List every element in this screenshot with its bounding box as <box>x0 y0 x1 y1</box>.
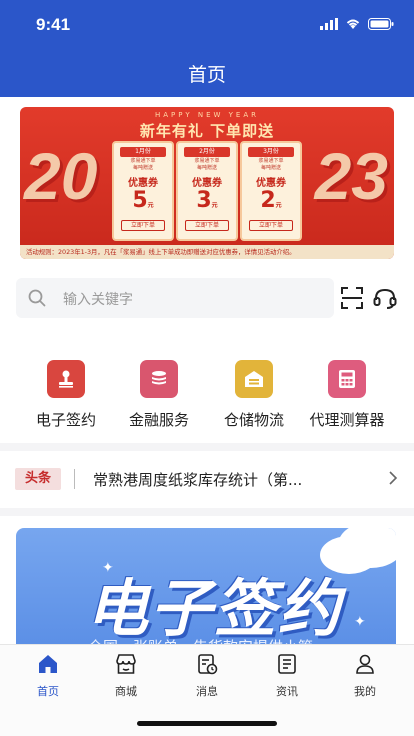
headline-text[interactable]: 常熟港周度纸浆库存统计（第... <box>93 469 353 490</box>
home-indicator[interactable] <box>137 721 277 726</box>
coupon-month: 1月份 <box>120 147 166 157</box>
coins-icon <box>140 360 178 398</box>
order-now-button[interactable]: 立即下单 <box>185 220 229 231</box>
banner-year-right: 23 <box>314 139 388 213</box>
sparkle-icon: ✦ <box>354 614 366 630</box>
action-label: 电子签约 <box>35 411 96 429</box>
calculator-icon <box>328 360 366 398</box>
order-now-button[interactable]: 立即下单 <box>121 220 165 231</box>
headline-tag: 头条 <box>15 468 61 490</box>
quick-actions: 电子签约 金融服务 仓储物流 代理测算器 <box>0 360 414 435</box>
banner-year-left: 20 <box>24 139 98 213</box>
action-calculator[interactable]: 代理测算器 <box>297 360 397 430</box>
tab-news[interactable]: 资讯 <box>257 653 317 699</box>
coupon-desc: 浆易通下单 <box>130 158 156 164</box>
tab-label: 首页 <box>37 685 59 698</box>
banner-subtitle: HAPPY NEW YEAR <box>155 111 259 119</box>
shop-icon <box>116 654 136 674</box>
signal-icon <box>320 18 338 30</box>
news-icon <box>278 654 296 674</box>
tab-label: 资讯 <box>276 685 298 698</box>
action-e-sign[interactable]: 电子签约 <box>16 360 116 430</box>
coupon-type: 优惠券 <box>128 178 158 189</box>
home-icon <box>39 655 57 673</box>
action-label: 金融服务 <box>128 411 189 429</box>
action-finance[interactable]: 金融服务 <box>109 360 209 430</box>
action-label: 仓储物流 <box>223 411 284 429</box>
coupon-desc: 浆易通下单 <box>258 158 284 164</box>
tab-label: 消息 <box>196 685 218 698</box>
coupon-amount: 3元 <box>196 188 218 213</box>
tab-messages[interactable]: 消息 <box>177 653 237 699</box>
coupon-desc: 浆易通下单 <box>194 158 220 164</box>
section-divider <box>0 443 414 451</box>
battery-icon <box>368 18 394 30</box>
coupon-card[interactable]: 2月份 浆易通下单 每吨赠送 优惠券 3元 立即下单 <box>176 141 238 241</box>
tab-label: 商城 <box>115 685 137 698</box>
customer-service-icon[interactable] <box>373 287 397 309</box>
warehouse-icon <box>235 360 273 398</box>
message-icon <box>198 654 218 675</box>
action-warehouse[interactable]: 仓储物流 <box>204 360 304 430</box>
promo-banner[interactable]: HAPPY NEW YEAR 新年有礼 下单即送 20 23 1月份 浆易通下单… <box>20 107 394 259</box>
action-label: 代理测算器 <box>309 411 385 429</box>
coupon-amount: 2元 <box>260 188 282 213</box>
promo-title: 电子签约 <box>86 572 343 645</box>
status-icons <box>320 18 394 30</box>
coupon-desc: 每吨赠送 <box>260 165 281 171</box>
coupon-type: 优惠券 <box>256 178 286 189</box>
tab-label: 我的 <box>354 685 376 698</box>
coupon-type: 优惠券 <box>192 178 222 189</box>
tab-home[interactable]: 首页 <box>18 653 78 699</box>
search-input[interactable]: 输入关键字 <box>63 289 133 309</box>
banner-rules: 活动规则：2023年1-3月，凡在「浆易通」线上下单成功即赠送对应优惠券，详情见… <box>20 245 394 259</box>
coupon-desc: 每吨赠送 <box>132 165 153 171</box>
coupon-card[interactable]: 3月份 浆易通下单 每吨赠送 优惠券 2元 立即下单 <box>240 141 302 241</box>
stamp-icon <box>47 360 85 398</box>
coupon-month: 3月份 <box>248 147 294 157</box>
news-separator <box>74 469 75 489</box>
headline-news[interactable]: 头条 常熟港周度纸浆库存统计（第... <box>0 458 414 502</box>
page-title: 首页 <box>187 64 226 86</box>
section-divider <box>0 508 414 516</box>
scan-icon[interactable] <box>341 287 363 309</box>
coupon-month: 2月份 <box>184 147 230 157</box>
user-icon <box>356 654 374 674</box>
banner-title: 新年有礼 下单即送 <box>139 122 275 140</box>
wifi-icon <box>346 19 360 29</box>
cloud-decoration <box>338 528 396 568</box>
search-icon <box>28 289 46 307</box>
tab-profile[interactable]: 我的 <box>335 653 395 699</box>
coupon-amount: 5元 <box>132 188 154 213</box>
coupon-desc: 每吨赠送 <box>196 165 217 171</box>
search-bar[interactable]: 输入关键字 <box>16 278 334 318</box>
chevron-right-icon[interactable] <box>388 470 398 486</box>
e-sign-promo-banner[interactable]: ✦ ✦ 电子签约 全国一张账单，告货款安提供小管 <box>16 528 396 648</box>
status-time: 9:41 <box>36 15 71 34</box>
app-header: 9:41 首页 <box>0 0 414 97</box>
order-now-button[interactable]: 立即下单 <box>249 220 293 231</box>
status-bar: 9:41 <box>0 0 414 50</box>
tab-shop[interactable]: 商城 <box>96 653 156 699</box>
coupon-card[interactable]: 1月份 浆易通下单 每吨赠送 优惠券 5元 立即下单 <box>112 141 174 241</box>
